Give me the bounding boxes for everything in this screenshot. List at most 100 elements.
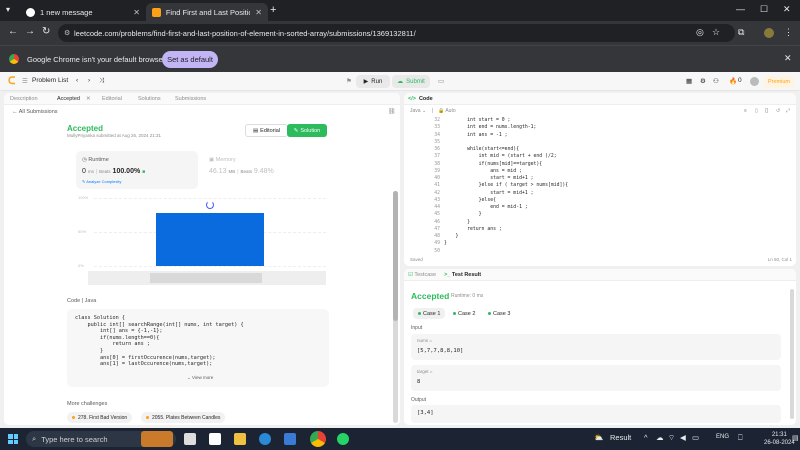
forward-icon[interactable]: → — [25, 26, 35, 37]
premium-button[interactable]: Premium — [764, 76, 794, 88]
close-tab-icon[interactable]: ✕ — [86, 96, 91, 102]
language-indicator[interactable]: ENG — [716, 434, 729, 440]
editor-code-line[interactable]: } — [444, 211, 568, 218]
minimize-icon[interactable]: — — [736, 4, 745, 14]
url-input[interactable]: ⚙ leetcode.com/problems/find-first-and-l… — [58, 24, 735, 42]
tab-solutions[interactable]: Solutions — [138, 96, 161, 102]
tab-description[interactable]: Description — [10, 96, 38, 102]
editor-code-line[interactable] — [444, 248, 568, 255]
chrome-menu-icon[interactable]: ⋮ — [784, 27, 793, 38]
prev-problem-icon[interactable]: ‹ — [76, 77, 78, 84]
tray-chevron-icon[interactable]: ^ — [644, 433, 648, 442]
close-infobar-icon[interactable]: ✕ — [784, 53, 792, 64]
notifications-icon[interactable]: ▤ — [792, 434, 799, 442]
editor-code-line[interactable]: start = mid+1 ; — [444, 175, 568, 182]
editor-code-line[interactable]: int start = 0 ; — [444, 117, 568, 124]
editor-code-line[interactable]: int mid = (start + end )/2; — [444, 153, 568, 160]
tab-submissions[interactable]: Submissions — [175, 96, 206, 102]
profile-avatar[interactable] — [764, 28, 774, 38]
left-scrollbar-thumb[interactable] — [393, 191, 398, 321]
settings-icon[interactable]: ⚙ — [700, 77, 706, 85]
set-as-default-button[interactable]: Set as default — [162, 51, 218, 68]
widgets-icon[interactable] — [209, 433, 221, 445]
windows-start-icon[interactable] — [8, 434, 18, 444]
tab-accepted[interactable]: Accepted — [57, 96, 80, 102]
task-view-icon[interactable] — [184, 433, 196, 445]
shuffle-icon[interactable]: ⤨ — [99, 77, 104, 85]
close-tab-icon[interactable]: ✕ — [133, 8, 140, 17]
editor-code-line[interactable]: int end = nums.length-1; — [444, 124, 568, 131]
editor-code-line[interactable]: } — [444, 240, 568, 247]
editor-code-line[interactable]: ans = mid ; — [444, 168, 568, 175]
editor-code-line[interactable]: return ans ; — [444, 226, 568, 233]
case-tab-3[interactable]: Case 3 — [483, 308, 515, 319]
fullscreen-icon[interactable]: ⤢ — [786, 108, 790, 114]
weather-label[interactable]: Result — [610, 433, 631, 442]
editorial-button[interactable]: ▤ Editorial — [245, 124, 288, 137]
search-highlight-icon[interactable] — [141, 431, 173, 447]
editor-code-line[interactable]: start = mid+1 ; — [444, 190, 568, 197]
file-explorer-icon[interactable] — [234, 433, 246, 445]
browser-tab-messages[interactable]: 1 new message ✕ — [20, 3, 146, 21]
chrome-taskbar-icon[interactable] — [310, 431, 326, 447]
wifi-icon[interactable]: ⌔ — [668, 433, 675, 443]
editor-code-line[interactable]: } — [444, 233, 568, 240]
collab-icon[interactable]: ⚇ — [713, 77, 719, 85]
editor-code-line[interactable]: } — [444, 219, 568, 226]
close-window-icon[interactable]: ✕ — [783, 4, 791, 15]
reload-icon[interactable]: ↻ — [42, 26, 50, 37]
tab-search-icon[interactable]: ▾ — [6, 5, 10, 14]
analyze-complexity-link[interactable]: ✎ Analyze Complexity — [82, 179, 121, 184]
reset-icon[interactable]: ↺ — [776, 108, 780, 114]
editor-code-line[interactable]: if(nums[mid]==target){ — [444, 161, 568, 168]
user-avatar[interactable] — [750, 77, 759, 86]
editor-code-line[interactable]: }else if ( target > nums[mid]){ — [444, 182, 569, 189]
streak-icon[interactable]: 🔥 — [729, 77, 737, 85]
runtime-card[interactable]: ◷ Runtime 0 ms | Beats 100.00% ■ ✎ Analy… — [76, 151, 198, 189]
editor-code-line[interactable]: while(start<=end){ — [444, 146, 568, 153]
layout-icon[interactable]: ▦ — [686, 77, 692, 85]
mail-icon[interactable] — [284, 433, 296, 445]
solution-button[interactable]: ✎ Solution — [287, 124, 327, 137]
tab-editorial[interactable]: Editorial — [102, 96, 122, 102]
editor-code-line[interactable]: int ans = -1 ; — [444, 132, 568, 139]
case-tab-2[interactable]: Case 2 — [448, 308, 480, 319]
clock[interactable]: 21:31 26-08-2024 — [764, 431, 795, 447]
all-submissions-link[interactable]: ← All Submissions — [12, 109, 58, 115]
problem-list-link[interactable]: Problem List — [32, 77, 68, 84]
editor-code-line[interactable]: end = mid-1 ; — [444, 204, 568, 211]
debug-icon[interactable]: ⚑ — [346, 77, 352, 85]
battery-icon[interactable]: ▭ — [692, 433, 699, 442]
maximize-icon[interactable]: ☐ — [760, 4, 768, 15]
new-tab-icon[interactable]: + — [270, 4, 276, 16]
run-button[interactable]: ▶ Run — [356, 75, 390, 88]
notes-icon[interactable]: ▭ — [438, 77, 444, 85]
challenge-chip[interactable]: 2055. Plates Between Candles — [141, 412, 226, 423]
chart-range-slider[interactable] — [150, 273, 262, 283]
view-more-button[interactable]: ⌄ View more — [187, 375, 213, 381]
link-icon[interactable]: ⛓ — [388, 108, 396, 115]
bookmark-icon[interactable]: ▯ — [755, 108, 758, 114]
notes-icon[interactable]: ≡ — [744, 108, 747, 114]
chat-icon[interactable]: ⎕ — [738, 433, 743, 443]
next-problem-icon[interactable]: › — [88, 77, 90, 84]
back-icon[interactable]: ← — [8, 26, 18, 37]
submit-button[interactable]: ☁ Submit — [392, 75, 430, 88]
extensions-icon[interactable]: ⧉ — [738, 27, 744, 38]
tab-test-result[interactable]: >_ Test Result — [444, 272, 481, 278]
site-info-icon[interactable]: ⚙ — [64, 29, 70, 37]
volume-icon[interactable]: ◀ — [680, 433, 686, 442]
editor-code-line[interactable] — [444, 139, 568, 146]
braces-icon[interactable]: {} — [765, 108, 768, 114]
memory-card[interactable]: ▣ Memory 46.13 MB | Beats 9.48% — [203, 151, 329, 189]
onedrive-icon[interactable]: ☁ — [656, 433, 664, 442]
edge-icon[interactable] — [259, 433, 271, 445]
chart-bar[interactable] — [156, 212, 264, 266]
result-scrollbar[interactable] — [790, 289, 794, 419]
google-lens-icon[interactable]: ◎ — [696, 27, 704, 38]
close-tab-icon[interactable]: ✕ — [255, 8, 262, 17]
auto-mode[interactable]: 🔒 Auto — [438, 108, 456, 114]
code-tab-label[interactable]: Code — [419, 96, 433, 102]
whatsapp-icon[interactable] — [337, 433, 349, 445]
case-tab-1[interactable]: Case 1 — [413, 308, 446, 319]
